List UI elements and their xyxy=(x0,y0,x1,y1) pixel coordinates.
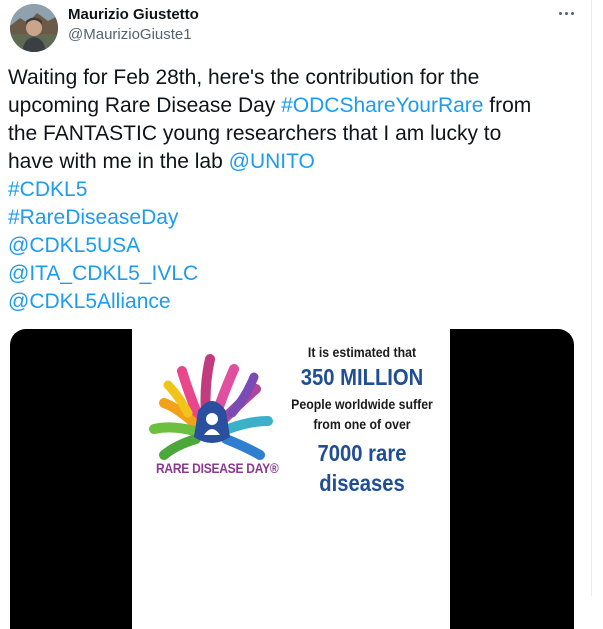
hashtag-link[interactable]: #CDKL5 xyxy=(8,176,583,204)
author-name[interactable]: Maurizio Giustetto xyxy=(68,5,199,24)
tweet-line: Waiting for Feb 28th, here's the contrib… xyxy=(8,66,480,89)
fact-highlight: 7000 rare xyxy=(317,440,407,466)
tweet-text-fragment: have with me in the lab xyxy=(8,150,229,173)
tweet-text: Waiting for Feb 28th, here's the contrib… xyxy=(8,64,583,316)
timeline-border xyxy=(591,0,592,596)
mention-link[interactable]: @CDKL5USA xyxy=(8,232,583,260)
more-dot xyxy=(564,11,568,15)
more-horizontal-icon xyxy=(558,11,562,15)
hashtag-link[interactable]: #RareDiseaseDay xyxy=(8,204,583,232)
tweet-media-video[interactable]: RARE DISEASE DAY® It is estimated that 3… xyxy=(10,329,574,629)
media-card: RARE DISEASE DAY® It is estimated that 3… xyxy=(132,329,450,629)
tweet-text-fragment: upcoming Rare Disease Day xyxy=(8,94,282,117)
more-options-button[interactable] xyxy=(553,3,579,23)
tweet-line: have with me in the lab @UNITO xyxy=(8,148,583,176)
fact-line: from one of over xyxy=(313,416,411,432)
mention-link[interactable]: @ITA_CDKL5_IVLC xyxy=(8,260,583,288)
mention-link[interactable]: @CDKL5Alliance xyxy=(8,288,583,316)
tweet-line: upcoming Rare Disease Day #ODCShareYourR… xyxy=(8,92,583,120)
logo-text: RARE DISEASE DAY® xyxy=(156,460,279,476)
hashtag-link[interactable]: #ODCShareYourRare xyxy=(281,94,483,117)
fact-highlight: diseases xyxy=(319,470,405,496)
fact-line: It is estimated that xyxy=(307,344,417,360)
avatar[interactable] xyxy=(10,4,58,52)
fact-line: People worldwide suffer xyxy=(291,396,433,412)
avatar-photo xyxy=(10,4,58,52)
rare-disease-day-logo-icon xyxy=(149,354,273,460)
fact-highlight: 350 MILLION xyxy=(300,364,424,390)
fact-block: It is estimated that 350 MILLION People … xyxy=(274,343,450,497)
tweet-line: the FANTASTIC young researchers that I a… xyxy=(8,122,502,145)
mention-link[interactable]: @UNITO xyxy=(229,150,315,173)
more-dot xyxy=(570,11,574,15)
author-handle[interactable]: @MaurizioGiuste1 xyxy=(68,25,192,44)
tweet-text-fragment: from xyxy=(483,94,532,117)
